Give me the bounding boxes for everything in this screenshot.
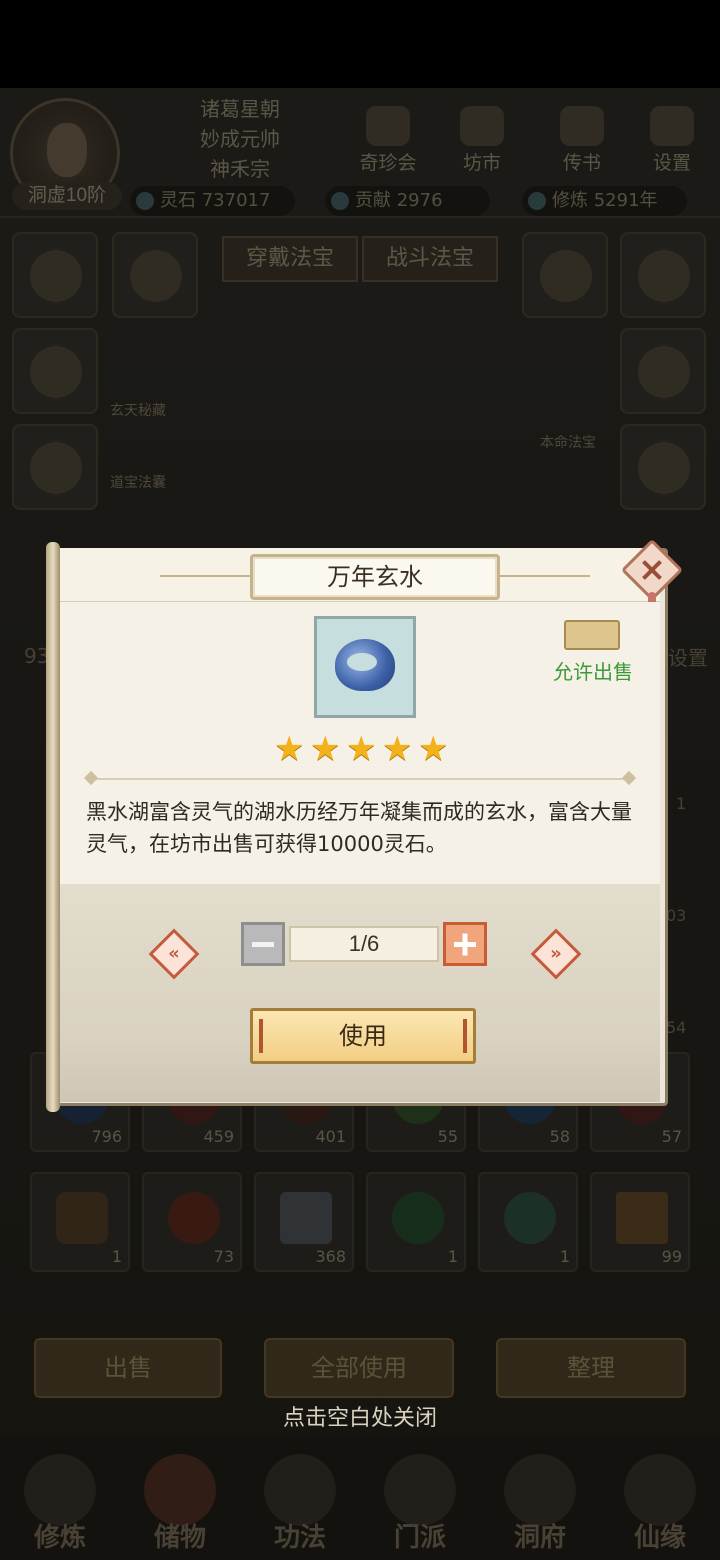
use-button[interactable]: 使用 (250, 1008, 476, 1064)
quantity-panel: « 1/6 » 使用 (60, 884, 660, 1102)
dark-water-icon-highlight (347, 653, 377, 671)
star-icon: ★ (310, 729, 341, 769)
star-icon: ★ (382, 729, 413, 769)
status-bar (0, 0, 720, 88)
star-icon: ★ (346, 729, 377, 769)
title-ornament-right (495, 575, 590, 577)
scroll-rail (46, 542, 60, 1112)
item-dialog: 万年玄水 允许出售 ★ ★ ★ ★ ★ 黑水湖富含灵气的湖水历经万年凝集而成的玄水，富含… (46, 538, 684, 1112)
item-icon-frame (314, 616, 416, 718)
close-hint: 点击空白处关闭 (282, 1406, 437, 1431)
sellable-label: 允许出售 (553, 660, 633, 684)
double-chevron-left-icon[interactable]: « (148, 928, 200, 980)
item-description: 黑水湖富含灵气的湖水历经万年凝集而成的玄水，富含大量灵气，在坊市出售可获得100… (86, 800, 632, 856)
divider (90, 778, 630, 780)
item-info: 允许出售 ★ ★ ★ ★ ★ 黑水湖富含灵气的湖水历经万年凝集而成的玄水，富含大量灵气，… (60, 602, 660, 884)
increase-button[interactable] (443, 922, 487, 966)
dialog-header: 万年玄水 (60, 548, 660, 602)
decrease-button[interactable] (241, 922, 285, 966)
title-ornament-left (160, 575, 255, 577)
star-icon: ★ (418, 729, 449, 769)
star-icon: ★ (274, 729, 305, 769)
item-stars: ★ ★ ★ ★ ★ (274, 732, 454, 766)
double-chevron-right-icon[interactable]: » (530, 928, 582, 980)
item-title: 万年玄水 (250, 554, 500, 600)
quantity-field[interactable]: 1/6 (289, 926, 439, 962)
chest-icon (564, 620, 620, 650)
